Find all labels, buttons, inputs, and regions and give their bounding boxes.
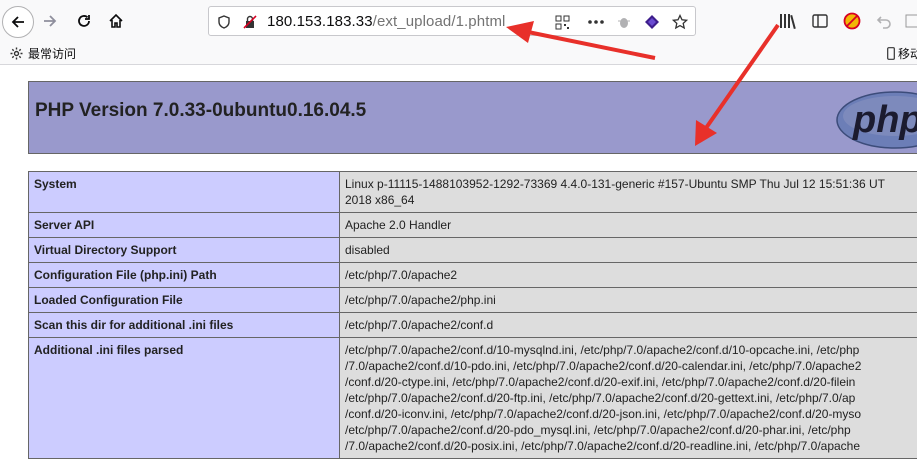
php-version-header: PHP Version 7.0.33-0ubuntu0.16.04.5 php bbox=[28, 81, 917, 154]
url-host: 180.153.183.33 bbox=[267, 13, 373, 30]
url-bar[interactable]: 180.153.183.33/ext_upload/1.phtml bbox=[208, 6, 696, 36]
qr-code-icon[interactable] bbox=[553, 13, 571, 31]
info-row: Additional .ini files parsed/etc/php/7.0… bbox=[29, 338, 917, 459]
reload-button[interactable] bbox=[68, 5, 100, 37]
undo-icon[interactable] bbox=[875, 12, 893, 30]
info-row-value: Apache 2.0 Handler bbox=[340, 213, 917, 238]
info-row-label: Loaded Configuration File bbox=[29, 288, 340, 313]
info-row-value: Linux p-11115-1488103952-1292-73369 4.4.… bbox=[340, 172, 917, 213]
gear-icon bbox=[10, 47, 23, 60]
php-info-table: SystemLinux p-11115-1488103952-1292-7336… bbox=[28, 171, 917, 459]
more-actions-icon[interactable] bbox=[587, 13, 605, 31]
back-button[interactable] bbox=[2, 6, 34, 38]
most-visited-label: 最常访问 bbox=[28, 45, 76, 62]
info-row-label: System bbox=[29, 172, 340, 213]
sidebar-icon[interactable] bbox=[811, 12, 829, 30]
info-row-value: /etc/php/7.0/apache2/conf.d bbox=[340, 313, 917, 338]
mobile-bookmarks[interactable]: 移动 bbox=[887, 45, 917, 62]
reload-icon bbox=[76, 13, 92, 29]
purple-extension-icon[interactable] bbox=[643, 13, 661, 31]
php-logo-text: php bbox=[852, 99, 917, 141]
info-row-label: Server API bbox=[29, 213, 340, 238]
php-logo[interactable]: php bbox=[835, 90, 917, 155]
info-row-value: disabled bbox=[340, 238, 917, 263]
info-row: Configuration File (php.ini) Path/etc/ph… bbox=[29, 263, 917, 288]
home-button[interactable] bbox=[100, 5, 132, 37]
mobile-phone-icon bbox=[887, 47, 895, 60]
url-path: /ext_upload/1.phtml bbox=[373, 13, 506, 30]
overflow-icon[interactable] bbox=[903, 12, 917, 30]
most-visited-bookmark[interactable]: 最常访问 bbox=[10, 45, 76, 62]
forward-arrow-icon bbox=[42, 13, 58, 29]
info-row-label: Scan this dir for additional .ini files bbox=[29, 313, 340, 338]
info-row: Scan this dir for additional .ini files/… bbox=[29, 313, 917, 338]
mobile-bookmarks-label: 移动 bbox=[898, 45, 917, 62]
info-row-value: /etc/php/7.0/apache2/conf.d/10-mysqlnd.i… bbox=[340, 338, 917, 459]
shield-icon[interactable] bbox=[215, 13, 233, 31]
info-row-value: /etc/php/7.0/apache2/php.ini bbox=[340, 288, 917, 313]
insecure-lock-icon[interactable] bbox=[241, 13, 259, 31]
info-row: SystemLinux p-11115-1488103952-1292-7336… bbox=[29, 172, 917, 213]
info-row-label: Configuration File (php.ini) Path bbox=[29, 263, 340, 288]
bookmark-star-icon[interactable] bbox=[671, 13, 689, 31]
library-icon[interactable] bbox=[779, 12, 797, 30]
url-text[interactable]: 180.153.183.33/ext_upload/1.phtml bbox=[267, 13, 506, 30]
browser-toolbar: 180.153.183.33/ext_upload/1.phtml bbox=[0, 0, 917, 42]
forward-button[interactable] bbox=[34, 5, 66, 37]
blocked-extension-icon[interactable] bbox=[843, 12, 861, 30]
info-row-value: /etc/php/7.0/apache2 bbox=[340, 263, 917, 288]
bug-extension-icon[interactable] bbox=[615, 13, 633, 31]
info-row: Virtual Directory Supportdisabled bbox=[29, 238, 917, 263]
bookmarks-bar: 最常访问 移动 bbox=[0, 42, 917, 65]
info-row: Loaded Configuration File/etc/php/7.0/ap… bbox=[29, 288, 917, 313]
info-row-label: Virtual Directory Support bbox=[29, 238, 340, 263]
php-version-title: PHP Version 7.0.33-0ubuntu0.16.04.5 bbox=[35, 100, 366, 122]
info-row: Server APIApache 2.0 Handler bbox=[29, 213, 917, 238]
back-arrow-icon bbox=[10, 14, 26, 30]
info-row-label: Additional .ini files parsed bbox=[29, 338, 340, 459]
home-icon bbox=[108, 13, 124, 29]
